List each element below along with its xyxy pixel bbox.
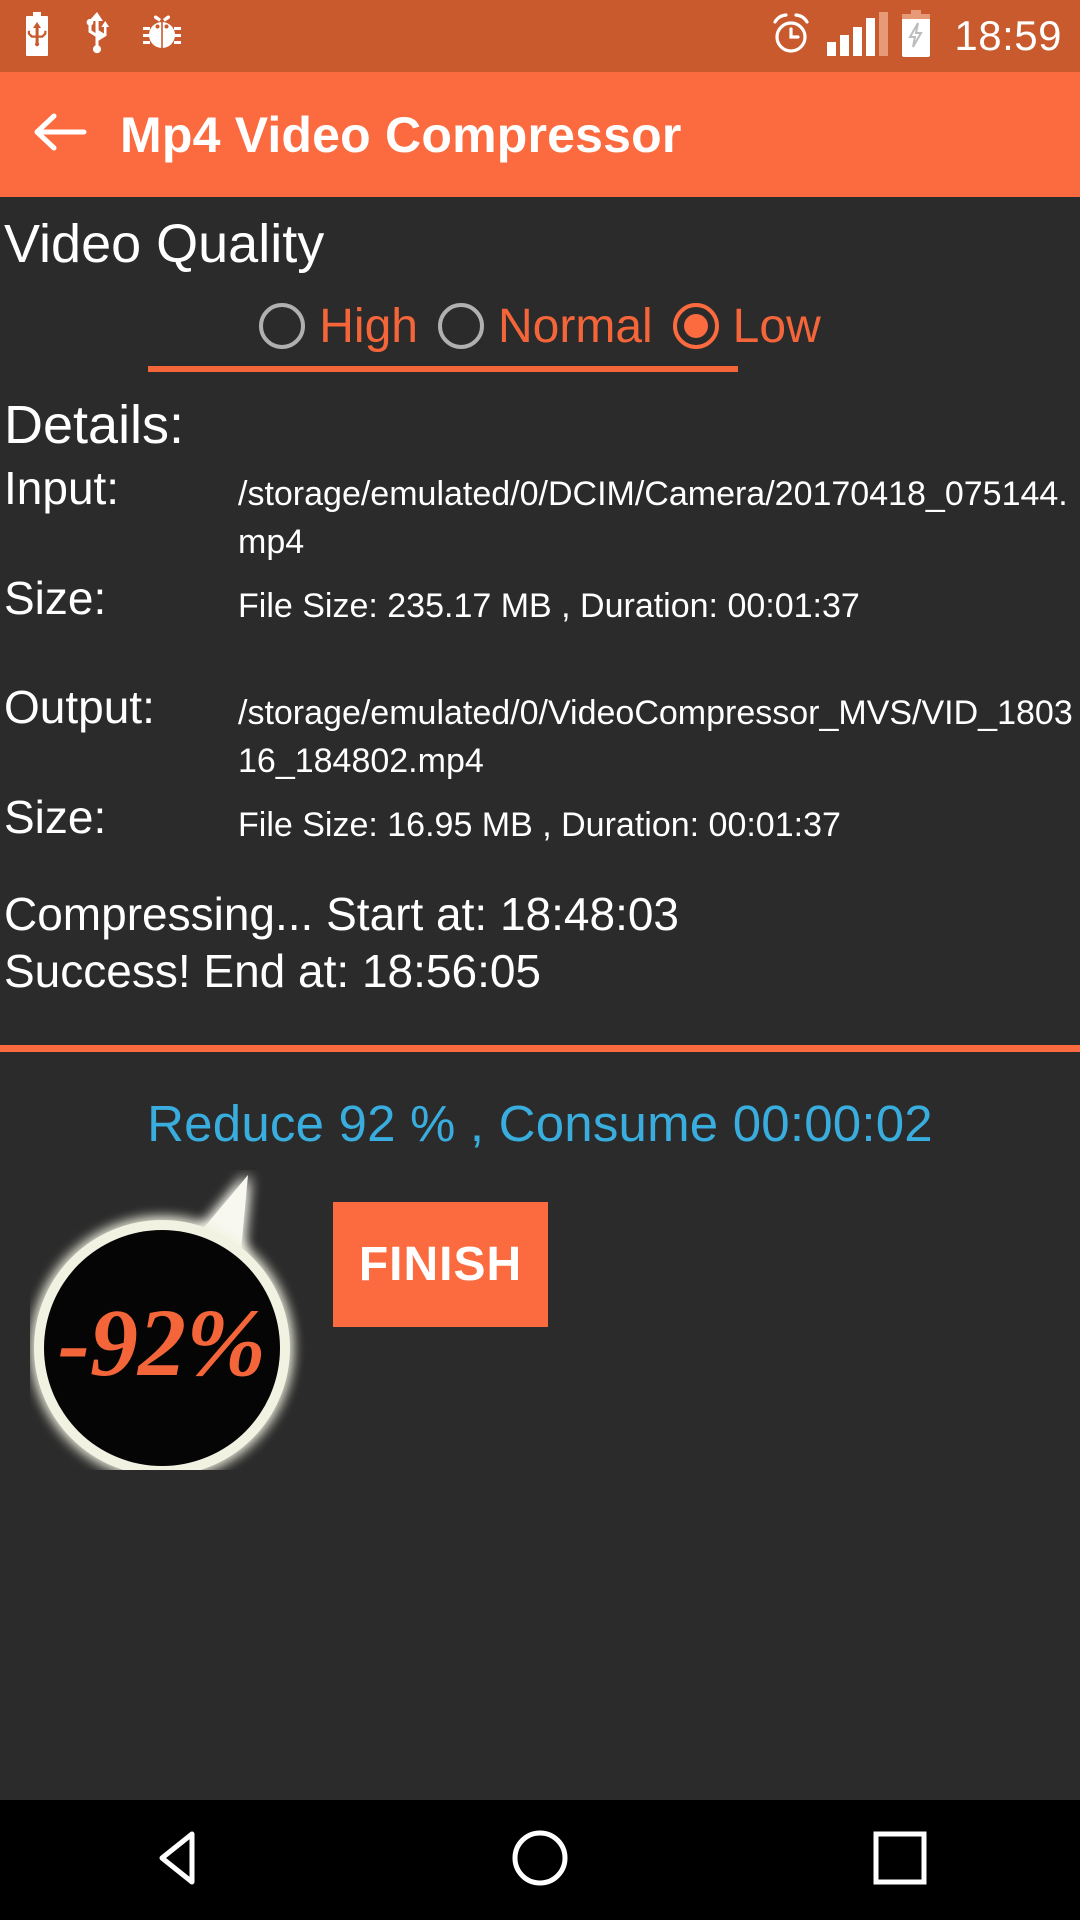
quality-label-low: Low [732, 299, 821, 353]
quality-option-low[interactable]: Low [663, 299, 831, 354]
detail-value-output: /storage/emulated/0/VideoCompressor_MVS/… [238, 693, 1073, 780]
quality-label-normal: Normal [497, 299, 653, 353]
radio-icon-high[interactable] [259, 303, 306, 350]
reduction-badge: -92% [30, 1170, 310, 1470]
main-content: Video Quality High Normal Low Details: I… [0, 197, 1080, 1720]
nav-home-icon [511, 1829, 569, 1892]
status-bar-clock: 18:59 [954, 12, 1062, 59]
compression-status: Compressing... Start at: 18:48:03 Succes… [0, 889, 1080, 996]
detail-row-output-size: Size: File Size: 16.95 MB , Duration: 00… [0, 791, 1080, 849]
badge-percent-text: -92% [58, 1289, 266, 1396]
radio-icon-low[interactable] [672, 303, 719, 350]
signal-bars-icon [827, 12, 889, 56]
detail-label-input-size: Size: [4, 572, 107, 625]
back-arrow-icon [32, 109, 88, 160]
nav-home-button[interactable] [450, 1800, 630, 1920]
quality-option-high[interactable]: High [249, 299, 428, 354]
detail-row-input-size: Size: File Size: 235.17 MB , Duration: 0… [0, 572, 1080, 630]
detail-value-input-size: File Size: 235.17 MB , Duration: 00:01:3… [238, 587, 860, 626]
video-quality-heading: Video Quality [4, 214, 325, 274]
usb-icon [80, 11, 114, 61]
app-bar: Mp4 Video Compressor [0, 72, 1080, 197]
android-nav-bar [0, 1800, 1080, 1920]
details-heading: Details: [4, 394, 185, 455]
radio-icon-normal[interactable] [437, 303, 484, 350]
nav-back-icon [152, 1829, 208, 1892]
charging-battery-icon [900, 9, 932, 63]
detail-value-input: /storage/emulated/0/DCIM/Camera/20170418… [238, 474, 1068, 561]
finish-button[interactable]: FINISH [333, 1201, 548, 1327]
debug-bug-icon [142, 13, 182, 60]
video-quality-radio-group: High Normal Low [0, 299, 1080, 354]
back-button[interactable] [0, 72, 120, 197]
status-bar: 18:59 [0, 0, 1080, 72]
status-line-end: Success! End at: 18:56:05 [4, 944, 542, 997]
section-divider [0, 1044, 1080, 1052]
details-spacer [0, 631, 1080, 675]
detail-value-output-size: File Size: 16.95 MB , Duration: 00:01:37 [238, 806, 841, 845]
usb-battery-icon [22, 11, 52, 61]
reduction-summary: Reduce 92 % , Consume 00:00:02 [147, 1094, 933, 1152]
result-section: Reduce 92 % , Consume 00:00:02 -92% FINI… [0, 1052, 1080, 1522]
quality-underline [148, 365, 738, 372]
nav-back-button[interactable] [90, 1800, 270, 1920]
detail-row-output: Output: /storage/emulated/0/VideoCompres… [0, 681, 1080, 786]
alarm-clock-icon [767, 10, 815, 63]
page-title: Mp4 Video Compressor [120, 106, 682, 163]
nav-recents-icon [872, 1830, 928, 1891]
finish-button-label: FINISH [358, 1237, 523, 1291]
quality-label-high: High [319, 299, 418, 353]
detail-row-input: Input: /storage/emulated/0/DCIM/Camera/2… [0, 462, 1080, 567]
detail-label-input: Input: [4, 461, 120, 514]
nav-recents-button[interactable] [810, 1800, 990, 1920]
status-bar-left-icons [22, 11, 182, 61]
detail-label-output-size: Size: [4, 791, 107, 844]
status-line-start: Compressing... Start at: 18:48:03 [4, 888, 680, 941]
detail-label-output: Output: [4, 680, 155, 733]
status-bar-right-icons: 18:59 [767, 9, 1062, 63]
quality-option-normal[interactable]: Normal [428, 299, 663, 354]
